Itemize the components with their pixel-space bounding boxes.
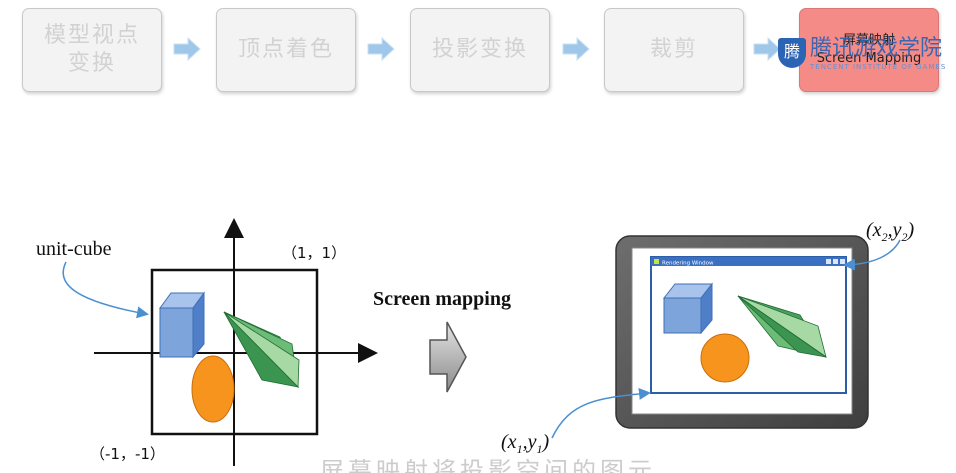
unit-cube-label: unit-cube: [36, 238, 112, 260]
unit-cube-pointer: [62, 261, 149, 319]
rendering-window-title: Rendering Window: [662, 261, 714, 267]
tablet-figure: Rendering Window (x2,y2) (x1,y1): [501, 219, 914, 456]
screen-mapping-diagram: unit-cube （1，1） （-1，-1） Screen mapping R…: [36, 218, 914, 466]
point-top-label: (x2,y2): [866, 219, 914, 244]
screen-mapping-arrow: Screen mapping: [373, 288, 511, 393]
screen-mapping-label: Screen mapping: [373, 288, 511, 310]
point-bottom-label: (x1,y1): [501, 431, 549, 456]
subtitle-caption: 屏幕映射将投影空间的图元映射到屏幕: [320, 459, 656, 473]
window-app-icon: [654, 259, 659, 264]
green-cone: [223, 311, 300, 389]
big-arrow-icon: [429, 321, 467, 393]
orange-ellipse: [191, 355, 235, 423]
window-orange-circle: [700, 333, 750, 383]
unit-cube-figure: unit-cube （1，1） （-1，-1）: [36, 218, 378, 466]
cube-front-face: [159, 307, 194, 358]
window-maximize-icon: [833, 259, 838, 264]
corner-bottom-left-label: （-1，-1）: [90, 445, 165, 463]
window-minimize-icon: [826, 259, 831, 264]
window-cube-front: [663, 297, 702, 334]
window-close-icon: [840, 259, 845, 264]
corner-top-right-label: （1，1）: [282, 244, 346, 262]
